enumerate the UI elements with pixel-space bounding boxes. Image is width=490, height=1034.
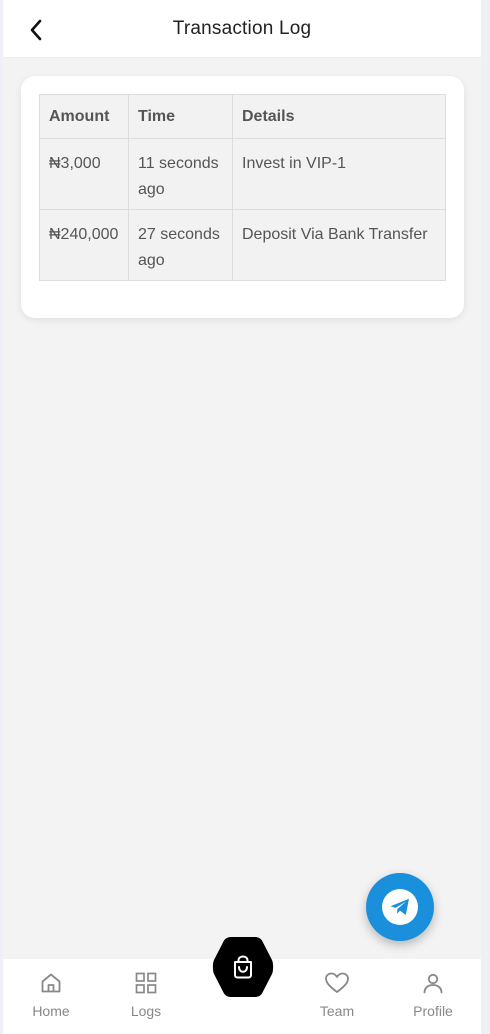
grid-icon [135, 972, 157, 994]
nav-item-profile[interactable]: Profile [398, 971, 468, 1019]
column-header-amount: Amount [39, 94, 129, 139]
transaction-card: Amount Time Details ₦3,000 11 seconds ag… [21, 76, 464, 318]
cell-details: Deposit Via Bank Transfer [232, 209, 446, 281]
nav-item-home[interactable]: Home [16, 971, 86, 1019]
cell-amount: ₦240,000 [39, 209, 129, 281]
cell-time: 11 seconds ago [128, 138, 233, 210]
table-header-row: Amount Time Details [39, 94, 446, 139]
transaction-table: Amount Time Details ₦3,000 11 seconds ag… [39, 94, 446, 281]
telegram-button[interactable] [366, 873, 434, 941]
app-screen: Transaction Log Amount Time Details ₦3,0… [3, 0, 481, 1034]
header-bar: Transaction Log [3, 0, 481, 58]
page-title: Transaction Log [172, 18, 312, 39]
cell-details: Invest in VIP-1 [232, 138, 446, 210]
user-icon [423, 973, 443, 994]
cell-time: 27 seconds ago [128, 209, 233, 281]
nav-item-team[interactable]: Team [302, 971, 372, 1019]
telegram-icon [382, 889, 418, 925]
nav-label-logs: Logs [130, 1003, 162, 1019]
home-icon [41, 973, 61, 993]
nav-label-team: Team [319, 1003, 355, 1019]
nav-label-home: Home [32, 1003, 70, 1019]
heart-icon [325, 972, 349, 993]
shop-button[interactable] [211, 935, 275, 999]
column-header-time: Time [128, 94, 233, 139]
column-header-details: Details [232, 94, 446, 139]
table-row: ₦240,000 27 seconds ago Deposit Via Bank… [39, 209, 446, 281]
nav-item-logs[interactable]: Logs [111, 971, 181, 1019]
table-row: ₦3,000 11 seconds ago Invest in VIP-1 [39, 138, 446, 210]
shopping-bag-icon [234, 955, 252, 979]
nav-label-profile: Profile [413, 1003, 453, 1019]
cell-amount: ₦3,000 [39, 138, 129, 210]
